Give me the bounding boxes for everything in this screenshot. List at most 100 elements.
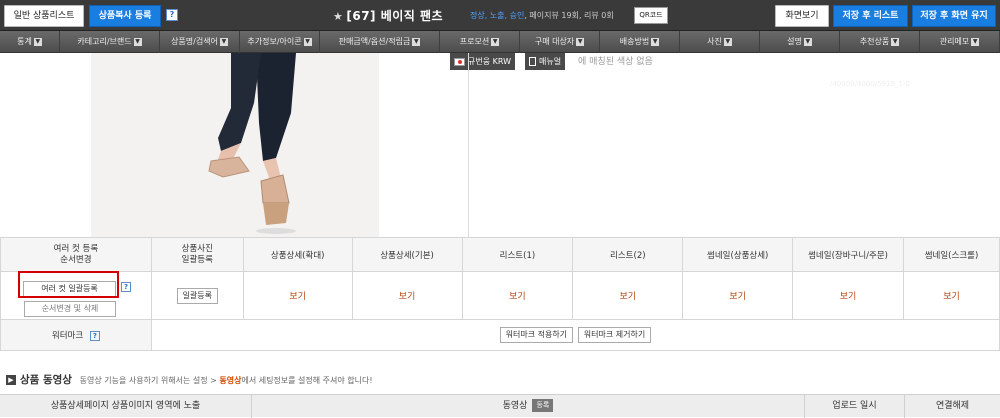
header-thumb-cart: 썸네일(장바구니/주문) <box>792 237 904 272</box>
nav-item[interactable]: 사진 ▼ <box>680 31 760 53</box>
view-cell: 보기 <box>351 271 463 320</box>
general-list-button[interactable]: 일반 상품리스트 <box>4 5 84 27</box>
video-register-button[interactable]: 등록 <box>532 399 554 412</box>
view-link-list1[interactable]: 보기 <box>509 292 526 302</box>
header-list2: 리스트(2) <box>572 237 684 272</box>
view-cell: 보기 <box>242 271 353 320</box>
header-detail-basic: 상품상세(기본) <box>351 237 463 272</box>
color-panel <box>468 53 1000 237</box>
nav-item-label: 프로모션 <box>459 37 490 46</box>
watermark-label: 워터마크 <box>51 331 84 341</box>
dropdown-arrow-icon: ▼ <box>303 37 312 46</box>
view-link-list2[interactable]: 보기 <box>620 292 637 302</box>
view-link-thumb-cart[interactable]: 보기 <box>840 292 857 302</box>
order-change-button[interactable]: 순서변경 및 삭제 <box>24 300 116 317</box>
nav-item-label: 상품명/검색어 <box>171 37 218 46</box>
nav-item[interactable]: 통계 ▼ <box>0 31 60 53</box>
header-thumb-detail: 썸네일(상품상세) <box>682 237 794 272</box>
view-cell: 보기 <box>461 271 574 320</box>
save-to-list-button[interactable]: 저장 후 리스트 <box>833 5 908 27</box>
nav-item-label: 사진 <box>707 37 722 46</box>
dropdown-arrow-icon: ▼ <box>891 37 900 46</box>
header-list1: 리스트(1) <box>461 237 574 272</box>
photo-size-table: 여러 컷 등록 순서변경 상품사진 일괄등록 상품상세(확대) 상품상세(기본)… <box>0 237 1000 351</box>
product-photo <box>91 53 379 237</box>
col-unlink: 연결해제 <box>935 401 970 411</box>
header-detail-large: 상품상세(확대) <box>242 237 353 272</box>
view-link-thumb-scroll[interactable]: 보기 <box>943 292 960 302</box>
video-settings-link[interactable]: 동영상 <box>219 376 241 385</box>
watermark-apply-button[interactable]: 워터마크 적용하기 <box>499 327 574 343</box>
nav-item-label: 추가정보/아이콘 <box>247 37 302 46</box>
section-arrow-icon: ▶ <box>6 375 16 385</box>
copy-register-button[interactable]: 상품복사 등록 <box>89 5 161 27</box>
watermark-actions-cell: 워터마크 적용하기 워터마크 제거하기 <box>150 319 1000 351</box>
video-desc-pre: 동영상 기능을 사용하기 위해서는 설정 > <box>79 376 217 385</box>
qr-code-button[interactable]: QR코드 <box>634 7 668 24</box>
watermark-remove-button[interactable]: 워터마크 제거하기 <box>577 327 652 343</box>
nav-item[interactable]: 판매금액/옵션/적립금 ▼ <box>320 31 440 53</box>
help-icon[interactable]: ? <box>121 281 131 292</box>
nav-item-label: 추천상품 <box>859 37 890 46</box>
view-link-detail-basic[interactable]: 보기 <box>399 292 416 302</box>
product-title: [67] 베이직 팬츠 <box>346 9 444 23</box>
view-cell: 보기 <box>572 271 684 320</box>
nav-item-label: 카테고리/브랜드 <box>77 37 132 46</box>
nav-item[interactable]: 상품명/검색어 ▼ <box>160 31 240 53</box>
col-upload: 업로드 일시 <box>805 395 905 418</box>
view-cell: 보기 <box>682 271 794 320</box>
dropdown-arrow-icon: ▼ <box>723 37 732 46</box>
nav-item[interactable]: 추가정보/아이콘 ▼ <box>240 31 320 53</box>
section-nav: 통계 ▼ 카테고리/브랜드 ▼ 상품명/검색어 ▼ 추가정보/아이콘 ▼ 판매금액/옵션/적립금… <box>0 31 1000 53</box>
status-text: 정상, 노출, 승인, 페이지뷰 19회, 리뷰 0회 <box>470 10 614 21</box>
photo-table-header: 여러 컷 등록 순서변경 상품사진 일괄등록 상품상세(확대) 상품상세(기본)… <box>0 237 1000 272</box>
top-toolbar: 일반 상품리스트 상품복사 등록 ? ★ [67] 베이직 팬츠 정상, 노출, … <box>0 0 1000 31</box>
dropdown-arrow-icon: ▼ <box>576 37 585 46</box>
video-desc: 동영상 기능을 사용하기 위해서는 설정 > 동영상에서 세팅정보를 설정해 주… <box>80 376 373 385</box>
nav-item[interactable]: 프로모션 ▼ <box>440 31 520 53</box>
watermark-label-cell: 워터마크 ? <box>0 319 152 351</box>
watermark-row: 워터마크 ? 워터마크 적용하기 워터마크 제거하기 <box>0 319 1000 351</box>
star-icon[interactable]: ★ <box>333 10 343 23</box>
nav-item[interactable]: 카테고리/브랜드 ▼ <box>60 31 160 53</box>
dropdown-arrow-icon: ▼ <box>412 37 421 46</box>
dropdown-arrow-icon: ▼ <box>133 37 142 46</box>
nav-item[interactable]: 설명 ▼ <box>760 31 840 53</box>
video-desc-post: 에서 세팅정보를 설정해 주셔야 합니다! <box>241 376 373 385</box>
nav-item[interactable]: 구매 대상자 ▼ <box>520 31 600 53</box>
dropdown-arrow-icon: ▼ <box>491 37 500 46</box>
bulk-cell: 일괄등록 <box>150 271 244 320</box>
korea-flag-icon <box>454 57 465 66</box>
col-video-label: 동영상 <box>502 401 528 411</box>
nav-item-label: 구매 대상자 <box>534 37 575 46</box>
view-link-thumb-detail[interactable]: 보기 <box>729 292 746 302</box>
view-cell: 보기 <box>903 271 1000 320</box>
status-flags: 정상, 노출, 승인 <box>470 11 525 20</box>
video-table-header: 상품상세페이지 상품이미지 영역에 노출 동영상 등록 업로드 일시 연결해제 <box>0 394 1000 418</box>
dropdown-arrow-icon: ▼ <box>219 37 228 46</box>
video-title: 상품 동영상 <box>20 374 72 386</box>
dropdown-arrow-icon: ▼ <box>971 37 980 46</box>
header-thumb-scroll: 썸네일(스크롤) <box>903 237 1000 272</box>
nav-item[interactable]: 관리메모 ▼ <box>920 31 1000 53</box>
nav-item[interactable]: 추천상품 ▼ <box>840 31 920 53</box>
image-path-text: /40000/4000/5919_1-0 <box>830 80 910 88</box>
header-multi-cut: 여러 컷 등록 순서변경 <box>0 237 152 272</box>
save-keep-screen-button[interactable]: 저장 후 화면 유지 <box>912 5 996 27</box>
col-video: 동영상 등록 <box>252 395 805 418</box>
dropdown-arrow-icon: ▼ <box>33 37 42 46</box>
nav-item-label: 배송방법 <box>619 37 650 46</box>
product-photo-image <box>91 53 379 237</box>
screen-view-button[interactable]: 화면보기 <box>775 5 829 27</box>
status-counts: , 페이지뷰 19회, 리뷰 0회 <box>524 11 614 20</box>
bulk-register-button[interactable]: 일괄등록 <box>176 287 219 304</box>
video-section-title: ▶ 상품 동영상 동영상 기능을 사용하기 위해서는 설정 > 동영상에서 세팅정… <box>6 372 373 387</box>
nav-item-label: 관리메모 <box>939 37 970 46</box>
help-icon[interactable]: ? <box>166 9 178 21</box>
dropdown-arrow-icon: ▼ <box>651 37 660 46</box>
nav-item[interactable]: 배송방법 ▼ <box>600 31 680 53</box>
help-icon[interactable]: ? <box>89 331 100 341</box>
photo-table-row: 여러 컷 일괄등록 ? 순서변경 및 삭제 일괄등록 보기 보기 보기 보기 보… <box>0 271 1000 320</box>
header-photo-bulk: 상품사진 일괄등록 <box>150 237 244 272</box>
view-link-detail-large[interactable]: 보기 <box>289 292 306 302</box>
